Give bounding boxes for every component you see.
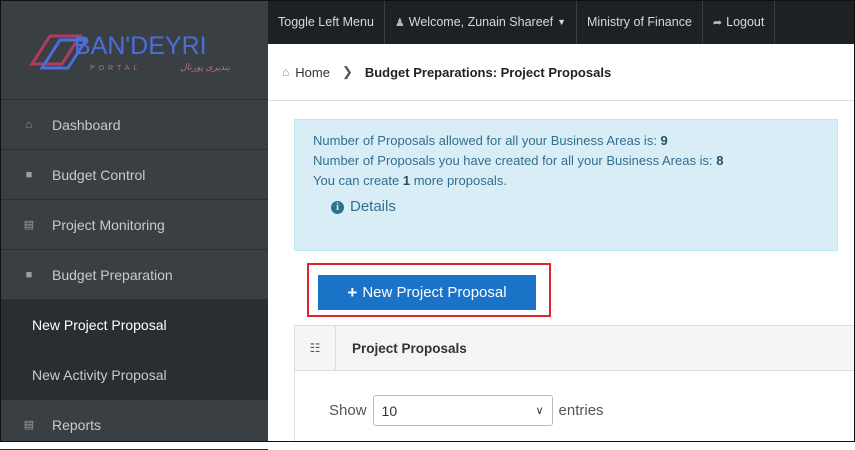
window-border <box>0 0 855 442</box>
